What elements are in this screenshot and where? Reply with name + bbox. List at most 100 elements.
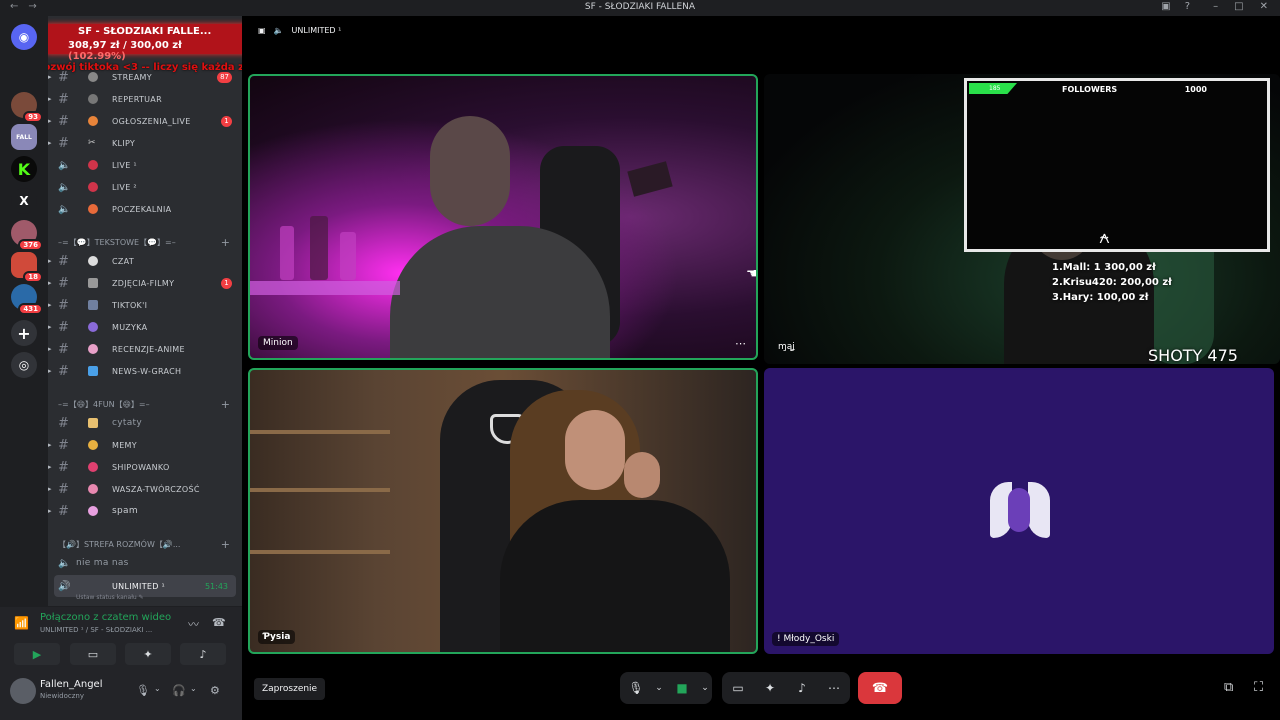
channel-wasza-tworczosc[interactable]: ▸ # WASZA-TWÓRCZOŚĆ [48,478,242,500]
desk-light [250,281,400,295]
category-tekstowe[interactable]: –=【💬】TEKSTOWE【💬】=– + [58,234,238,250]
server-avatar-6[interactable]: 18 [11,252,43,283]
add-server-icon[interactable]: + [11,320,37,346]
disconnect-icon[interactable]: ☎ [212,616,226,629]
server-name: SF - SŁODZIAKI FALLE... [78,26,212,37]
channel-czat[interactable]: ▸ # CZAT [48,250,242,272]
wing-right-icon [1028,482,1050,538]
channel-zdjecia-filmy[interactable]: ▸ # ZDJĘCIA-FILMY 1 [48,272,242,294]
soundboard-icon[interactable]: ♪ [786,672,818,704]
channel-sidebar: SF - SŁODZIAKI FALLE... 308,97 zł / 300,… [48,16,242,606]
mouse-cursor-icon: ☚ [746,266,758,282]
avatar[interactable] [10,678,36,704]
server-fallen[interactable]: FALL [11,124,37,150]
chevron-down-icon[interactable]: ⌄ [154,684,161,693]
soundboard-button[interactable]: ♪ [180,643,226,665]
server-avatar-7[interactable]: 431 [11,284,43,315]
chevron-down-icon[interactable]: ⌄ [652,672,666,704]
avatar [1008,488,1030,532]
bottle [280,226,294,280]
voice-status[interactable]: Połączono z czatem wideo [40,612,171,623]
camera-button[interactable]: ▶ [14,643,60,665]
dm-avatar[interactable]: 93 [11,92,43,123]
fullscreen-icon[interactable]: ⛶ [1254,680,1263,695]
person-hand [624,452,660,498]
add-channel-icon: + [220,235,230,249]
discover-icon[interactable]: ◎ [11,352,37,378]
channel-cytaty[interactable]: # cytaty [48,412,242,434]
category-strefa-rozmow[interactable]: 【🔊】STREFA ROZMÓW【🔊... + [58,536,238,552]
followers-progress-bar: 185 [969,83,1017,94]
speaker-icon: 🔈 [58,203,71,215]
signal-icon[interactable]: 📶 [14,616,29,630]
add-channel-icon: + [220,537,230,551]
video-channel-icon: ▣ [258,26,266,35]
minimize-icon[interactable]: – [1213,1,1218,12]
invite-button[interactable]: Zaproszenie [254,678,326,700]
followers-goal: 1000 [1184,85,1207,94]
person-body [390,226,610,358]
channel-shipowanko[interactable]: ▸ # SHIPOWANKO [48,456,242,478]
maximize-icon[interactable]: □ [1234,1,1243,12]
actions-group: ▭ ✦ ♪ ⋯ [722,672,850,704]
activity-button[interactable]: ✦ [125,643,171,665]
voice-channel-poczekalnia[interactable]: 🔈 POCZEKALNIA [48,198,242,220]
donor-row: 3.Hary: 100,00 zł [1052,292,1149,303]
camera-icon[interactable]: ■ [666,672,698,704]
stage-header: ▣ 🔈 UNLIMITED ¹ [258,26,341,35]
kick-icon[interactable]: K [11,156,37,182]
activity-icon[interactable]: ✦ [754,672,786,704]
mic-icon[interactable]: 🎙 [136,684,150,697]
voice-channel-nie-ma-nas[interactable]: 🔈 nie ma nas [48,552,242,574]
mic-icon[interactable]: 🎙 [620,672,652,704]
donor-row: 2.Krisu420: 200,00 zł [1052,277,1172,288]
voice-channel-live-1[interactable]: 🔈 LIVE ¹ [48,154,242,176]
user-status: Niewidoczny [40,692,84,700]
more-icon[interactable]: ⋯ [735,337,746,350]
gear-icon[interactable]: ⚙ [210,684,220,697]
channel-spam[interactable]: ▸ # spam [48,500,242,522]
channel-klipy[interactable]: ▸ # ✂ KLIPY [48,132,242,154]
headphones-icon[interactable]: 🎧 [172,684,186,697]
voice-channel-live-2[interactable]: 🔈 LIVE ² [48,176,242,198]
username[interactable]: Fallen_Angel [40,679,102,690]
close-icon[interactable]: ✕ [1260,1,1268,12]
bottle [310,216,328,280]
screen-share-button[interactable]: ▭ [70,643,116,665]
chevron-down-icon[interactable]: ⌄ [698,672,712,704]
noise-suppression-icon[interactable]: 〰 [188,616,199,632]
channel-muzyka[interactable]: ▸ # MUZYKA [48,316,242,338]
channel-recenzje-anime[interactable]: ▸ # RECENZJE-ANIME [48,338,242,360]
help-icon[interactable]: ? [1185,1,1190,12]
call-controls: Zaproszenie 🎙 ⌄ ■ ⌄ ▭ ✦ ♪ ⋯ ☎ ⧉ ⛶ [242,670,1280,720]
set-channel-status[interactable]: Ustaw status kanału ✎ [76,594,144,601]
unread-badge: 431 [18,303,43,315]
video-tile-pysia[interactable]: Ƥysia [248,368,758,654]
channel-ogloszenia[interactable]: ▸ # OGŁOSZENIA_LIVE 1 [48,110,242,132]
video-tile-minion[interactable]: Minion ⋯ ☚ [248,74,758,360]
inbox-icon[interactable]: ▣ [1161,1,1170,12]
video-tile-maj[interactable]: 185 FOLLOWERS 1000 ⍲ 1.Mall: 1 300,00 zł… [764,74,1280,364]
window-controls: – □ ✕ [1213,1,1268,12]
popout-icon[interactable]: ⧉ [1224,680,1233,695]
channel-news-w-grach[interactable]: ▸ # NEWS-W-GRACH [48,360,242,382]
chevron-down-icon[interactable]: ⌄ [190,684,197,693]
channel-repertuar[interactable]: ▸ # REPERTUAR [48,88,242,110]
channel-tiktoki[interactable]: ▸ # TIKTOK'I [48,294,242,316]
voice-channel-path[interactable]: UNLIMITED ¹ / SF - SŁODZIAKI ... [40,626,152,634]
x-icon[interactable]: X [11,188,37,214]
video-tile-mlody-oski[interactable]: ! Młody_Oski [764,368,1274,654]
channel-memy[interactable]: ▸ # MEMY [48,434,242,456]
discord-icon[interactable]: ◉ [11,24,37,50]
speaker-icon: 🔈 [273,26,284,35]
channel-streamy[interactable]: ▸ # STREAMY 87 [48,66,242,88]
speaker-icon: 🔈 [58,557,71,569]
more-icon[interactable]: ⋯ [818,672,850,704]
hangup-button[interactable]: ☎ [858,672,902,704]
donor-row: 1.Mall: 1 300,00 zł [1052,262,1156,273]
voice-connection-panel: 📶 Połączono z czatem wideo UNLIMITED ¹ /… [0,606,242,670]
category-4fun[interactable]: –=【😄】4FUN【😄】=– + [58,396,238,412]
server-header[interactable]: SF - SŁODZIAKI FALLE... 308,97 zł / 300,… [48,16,242,62]
screen-share-icon[interactable]: ▭ [722,672,754,704]
server-avatar-5[interactable]: 376 [11,220,43,251]
